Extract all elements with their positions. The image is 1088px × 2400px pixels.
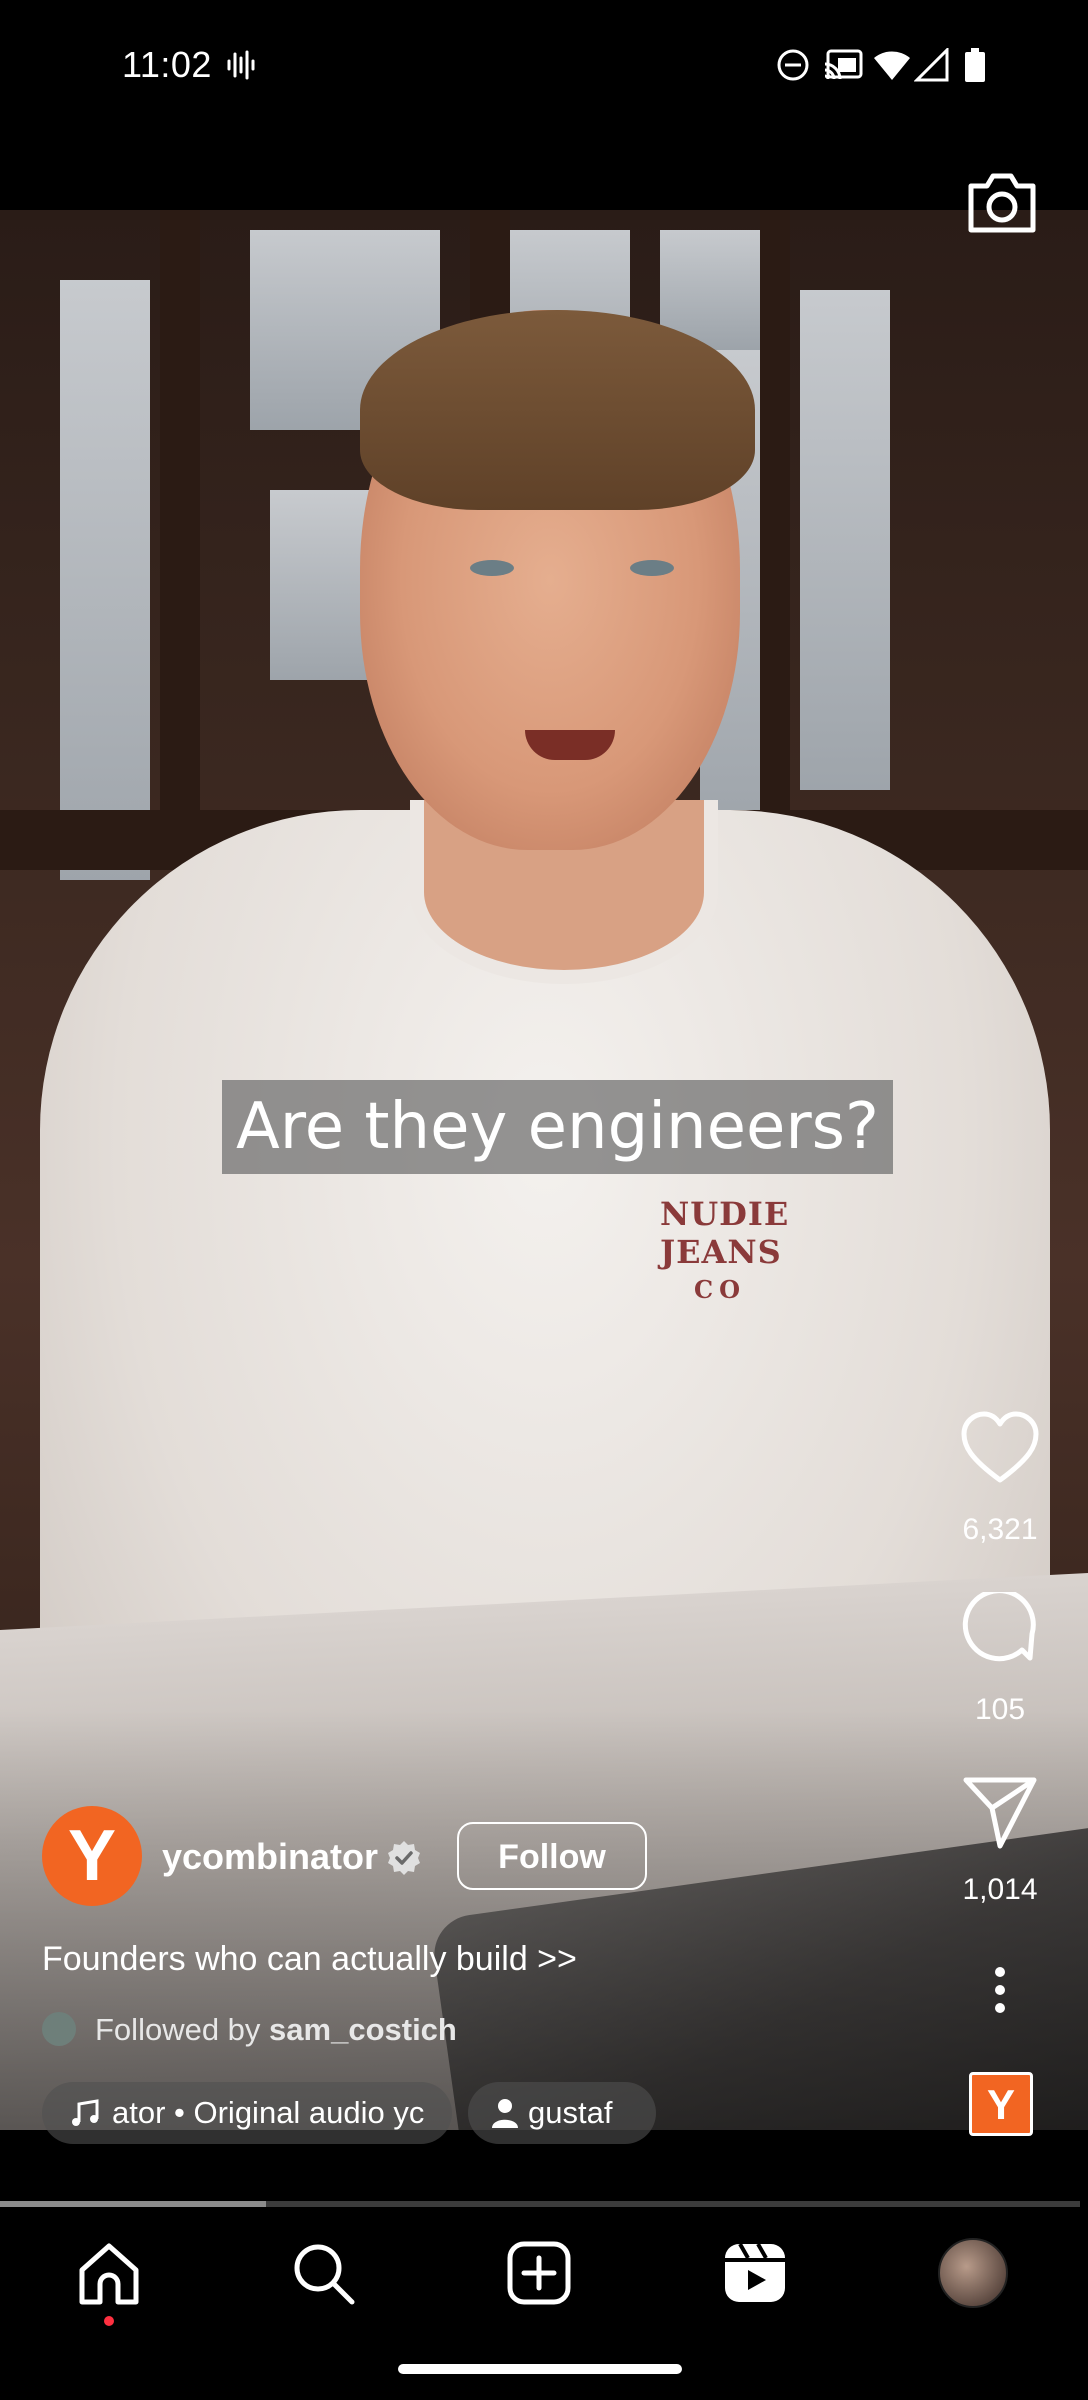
- followed-by-text[interactable]: Followed by sam_costich: [95, 2012, 457, 2048]
- audio-chip[interactable]: ator • Original audio yc: [42, 2082, 452, 2144]
- shirt-logo: NUDIE JEANS CO: [660, 1195, 790, 1309]
- more-icon[interactable]: [985, 1966, 1015, 2014]
- share-icon[interactable]: [960, 1772, 1040, 1852]
- person-icon: [492, 2099, 518, 2128]
- tagged-people-label: gustaf: [528, 2095, 613, 2130]
- author-username[interactable]: ycombinator: [162, 1836, 378, 1878]
- like-count: 6,321: [962, 1513, 1038, 1546]
- battery-icon: [965, 48, 985, 82]
- create-icon[interactable]: [506, 2240, 572, 2306]
- follower-avatar: [42, 2012, 76, 2046]
- home-icon[interactable]: [76, 2240, 142, 2306]
- shirt-logo-line2: JEANS: [660, 1233, 782, 1271]
- music-note-icon: [72, 2099, 99, 2126]
- shirt-logo-line3: CO: [693, 1275, 746, 1304]
- author-avatar[interactable]: Y: [42, 1806, 142, 1906]
- video-caption: Are they engineers?: [222, 1080, 893, 1174]
- comment-icon[interactable]: [960, 1592, 1040, 1672]
- cast-icon: [824, 49, 863, 80]
- tagged-people-chip[interactable]: gustaf: [468, 2082, 656, 2144]
- gesture-bar[interactable]: [398, 2364, 682, 2374]
- reels-icon[interactable]: [722, 2240, 788, 2306]
- camera-icon[interactable]: [965, 170, 1039, 236]
- profile-avatar[interactable]: [938, 2238, 1008, 2308]
- shirt-logo-line1: NUDIE: [660, 1195, 790, 1233]
- comment-count: 105: [974, 1693, 1026, 1726]
- followed-by-prefix: Followed by: [95, 2012, 261, 2047]
- dnd-icon: [777, 49, 809, 81]
- audio-thumbnail[interactable]: Y: [969, 2072, 1033, 2136]
- audio-chip-label: ator • Original audio yc: [112, 2095, 425, 2130]
- like-icon[interactable]: [960, 1410, 1040, 1490]
- search-icon[interactable]: [290, 2240, 356, 2306]
- followed-by-user: sam_costich: [269, 2012, 457, 2047]
- status-time: 11:02: [122, 44, 212, 85]
- follow-button[interactable]: Follow: [457, 1822, 647, 1890]
- home-notification-dot: [104, 2316, 114, 2326]
- voice-icon: [227, 50, 255, 80]
- wifi-icon: [874, 51, 910, 80]
- reel-description[interactable]: Founders who can actually build >>: [42, 1940, 577, 1979]
- verified-icon: [388, 1841, 420, 1875]
- share-count: 1,014: [962, 1873, 1038, 1906]
- signal-icon: [914, 48, 949, 82]
